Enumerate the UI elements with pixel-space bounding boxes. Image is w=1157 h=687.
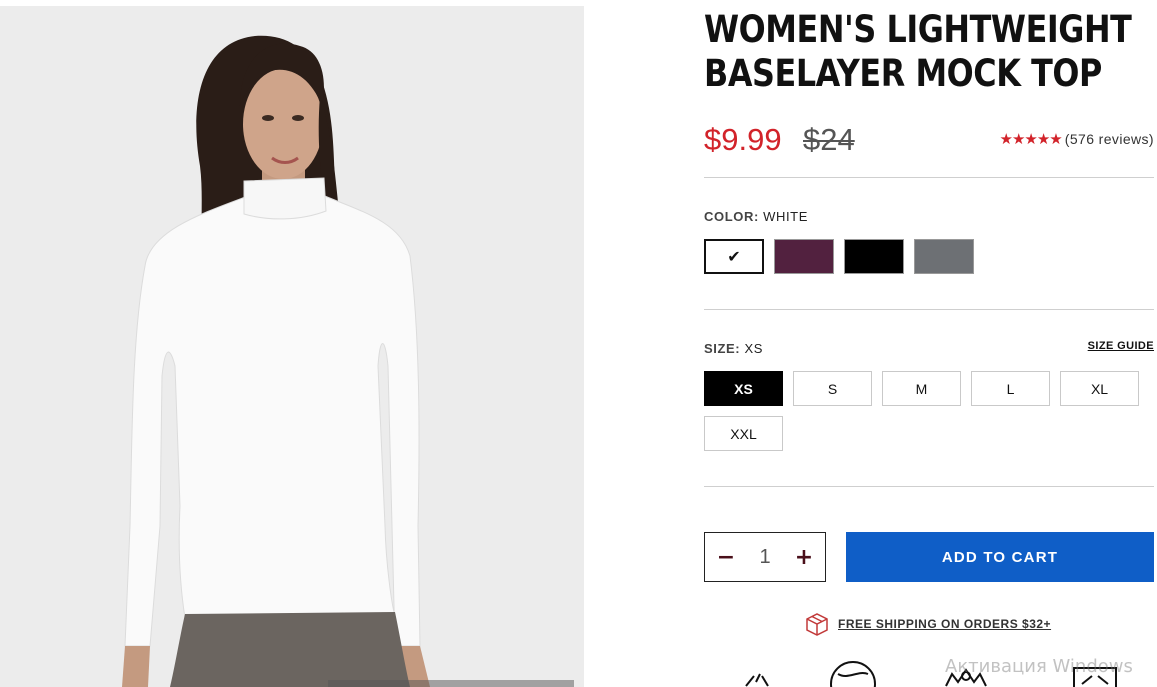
quantity-increase-button[interactable]: + <box>793 545 815 570</box>
swatch-white[interactable]: ✔ <box>704 239 764 274</box>
price-row: $9.99 $24 ★★★★★ (576 reviews) <box>704 122 1154 162</box>
quantity-decrease-button[interactable]: − <box>715 545 737 570</box>
divider <box>704 486 1154 487</box>
size-label-key: SIZE: <box>704 341 741 356</box>
product-title: WOMEN'S LIGHTWEIGHT BASELAYER MOCK TOP <box>704 8 1132 96</box>
add-to-cart-button[interactable]: ADD TO CART <box>846 532 1154 582</box>
package-icon <box>806 613 828 636</box>
windows-activation-watermark: Активация Windows <box>945 656 1133 677</box>
quantity-stepper: − + <box>704 532 826 582</box>
swatch-gray[interactable] <box>914 239 974 274</box>
color-swatches: ✔ <box>704 239 974 274</box>
divider <box>704 177 1154 178</box>
original-price: $24 <box>803 122 855 157</box>
checkmark-icon: ✔ <box>727 247 741 266</box>
swatch-black[interactable] <box>844 239 904 274</box>
size-l-button[interactable]: L <box>971 371 1050 406</box>
swatch-plum[interactable] <box>774 239 834 274</box>
color-selected-value: WHITE <box>763 209 808 224</box>
review-count-link[interactable]: (576 reviews) <box>1065 131 1154 147</box>
star-icons: ★★★★★ <box>999 130 1063 148</box>
size-xxl-button[interactable]: XXL <box>704 416 783 451</box>
product-title-line1: WOMEN'S LIGHTWEIGHT <box>704 8 1132 51</box>
quantity-input[interactable] <box>750 545 780 569</box>
size-label: SIZE: XS <box>704 341 763 356</box>
model-photo <box>0 6 584 687</box>
size-s-button[interactable]: S <box>793 371 872 406</box>
color-label-key: COLOR: <box>704 209 759 224</box>
size-guide-link[interactable]: SIZE GUIDE <box>1088 340 1154 352</box>
fabric-ball-icon <box>830 661 876 687</box>
free-shipping[interactable]: FREE SHIPPING ON ORDERS $32+ <box>804 612 1051 636</box>
size-m-button[interactable]: M <box>882 371 961 406</box>
product-info-panel: WOMEN'S LIGHTWEIGHT BASELAYER MOCK TOP $… <box>704 0 1154 687</box>
product-image[interactable] <box>0 6 584 687</box>
rating[interactable]: ★★★★★ (576 reviews) <box>1000 130 1154 148</box>
stretch-icon <box>745 673 769 687</box>
color-label: COLOR: WHITE <box>704 209 808 224</box>
free-shipping-link[interactable]: FREE SHIPPING ON ORDERS $32+ <box>838 617 1051 631</box>
product-title-line2: BASELAYER MOCK TOP <box>704 52 1102 95</box>
size-xs-button[interactable]: XS <box>704 371 783 406</box>
divider <box>704 309 1154 310</box>
size-xl-button[interactable]: XL <box>1060 371 1139 406</box>
sale-price: $9.99 <box>704 122 782 157</box>
size-selected-value: XS <box>744 341 763 356</box>
